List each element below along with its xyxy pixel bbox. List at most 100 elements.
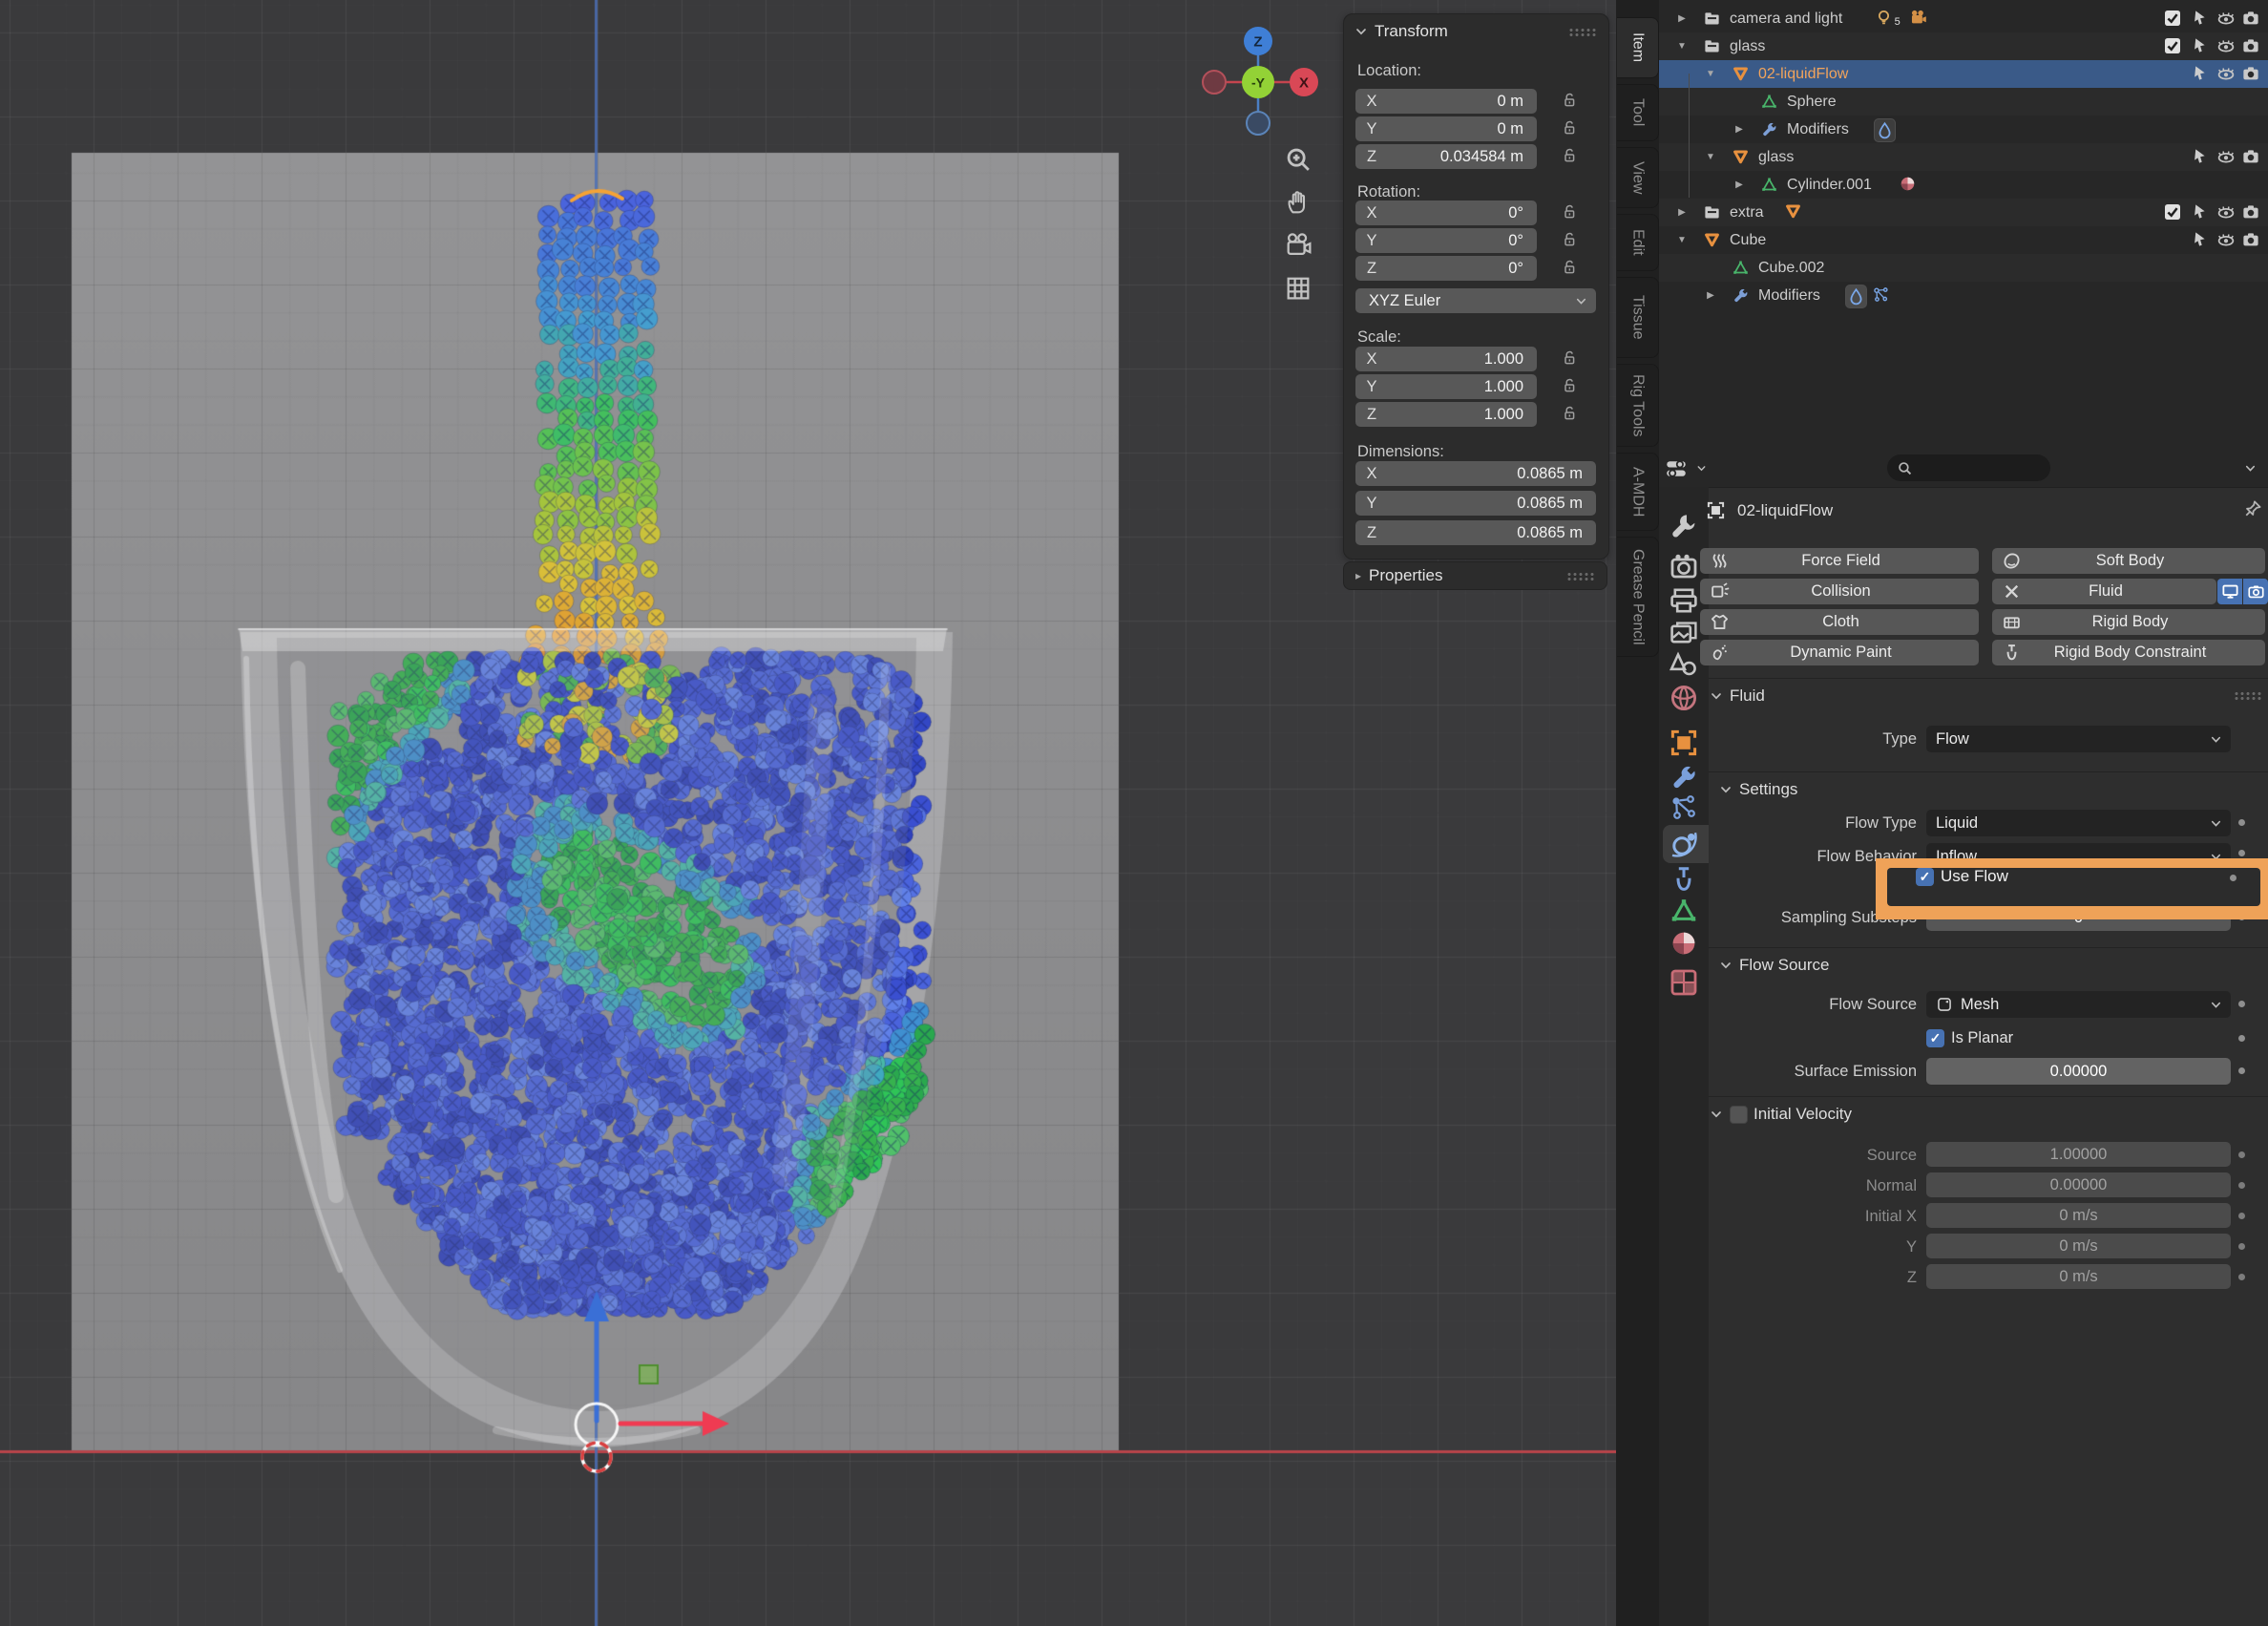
rotation-y-field[interactable]: Y0° — [1355, 228, 1537, 253]
velocity-row-slider[interactable]: 0 m/s — [1926, 1203, 2231, 1228]
rotation-mode-dropdown[interactable]: XYZ Euler — [1355, 288, 1596, 313]
properties-tab-constraints[interactable] — [1667, 864, 1701, 895]
fluid-viewport-toggle[interactable] — [2217, 579, 2242, 604]
properties-tab-material[interactable] — [1667, 928, 1701, 959]
expand-toggle[interactable]: ▼ — [1674, 41, 1690, 52]
expand-toggle[interactable]: ▶ — [1732, 179, 1747, 190]
initial-velocity-section-header[interactable]: Initial Velocity — [1709, 1100, 1852, 1129]
cursor-toggle-icon[interactable] — [2190, 202, 2209, 222]
unlock-icon[interactable] — [1562, 147, 1578, 165]
dimensions-x-field[interactable]: X0.0865 m — [1355, 461, 1596, 486]
viewport-camera-view-button[interactable] — [1280, 227, 1316, 264]
flow-type-dropdown[interactable]: Liquid — [1926, 810, 2231, 836]
sidebar-tab-rig-tools[interactable]: Rig Tools — [1617, 364, 1659, 447]
eye-toggle-icon[interactable] — [2216, 202, 2236, 222]
initial-velocity-checkbox[interactable] — [1730, 1106, 1748, 1124]
physics-button-force-field[interactable]: Force Field — [1700, 548, 1979, 574]
checkbox-toggle-icon[interactable] — [2163, 202, 2182, 222]
axis-neg-x-ball[interactable] — [1203, 71, 1226, 94]
camera-toggle-icon[interactable] — [2241, 36, 2260, 55]
viewport-zoom-button[interactable] — [1280, 141, 1316, 178]
sidebar-tab-grease-pencil[interactable]: Grease Pencil — [1617, 537, 1659, 657]
axis-neg-z-ball[interactable] — [1247, 112, 1270, 135]
outliner-row[interactable]: ▶camera and light5 — [1659, 5, 2268, 32]
expand-toggle[interactable]: ▼ — [1674, 235, 1690, 245]
camera-toggle-icon[interactable] — [2241, 202, 2260, 222]
expand-toggle[interactable]: ▼ — [1703, 69, 1718, 79]
outliner-row[interactable]: ▼glass — [1659, 143, 2268, 171]
expand-toggle[interactable]: ▶ — [1703, 290, 1718, 301]
velocity-row-slider[interactable]: 0 m/s — [1926, 1264, 2231, 1289]
outliner-row[interactable]: ▶Modifiers — [1659, 116, 2268, 143]
animate-dot[interactable] — [2238, 819, 2245, 826]
animate-dot[interactable] — [2230, 875, 2236, 881]
location-x-field[interactable]: X0 m — [1355, 89, 1537, 114]
panel-grip[interactable] — [1566, 572, 1595, 581]
animate-dot[interactable] — [2238, 1274, 2245, 1280]
scale-x-field[interactable]: X1.000 — [1355, 347, 1537, 371]
unlock-icon[interactable] — [1562, 203, 1578, 222]
chevron-down-icon[interactable] — [1354, 24, 1369, 39]
viewport-pan-hand-button[interactable] — [1280, 184, 1316, 221]
outliner-row[interactable]: Sphere — [1659, 88, 2268, 116]
outliner-row[interactable]: Cube.002 — [1659, 254, 2268, 282]
eye-toggle-icon[interactable] — [2216, 36, 2236, 55]
unlock-icon[interactable] — [1562, 92, 1578, 110]
sidebar-tab-a-mdh[interactable]: A-MDH — [1617, 453, 1659, 531]
panel-grip[interactable] — [2234, 691, 2262, 700]
search-input[interactable] — [1887, 454, 2050, 481]
animate-dot[interactable] — [2238, 1151, 2245, 1158]
dimensions-y-field[interactable]: Y0.0865 m — [1355, 491, 1596, 516]
physics-button-cloth[interactable]: Cloth — [1700, 609, 1979, 635]
properties-tab-world[interactable] — [1667, 683, 1701, 713]
properties-tab-particles[interactable] — [1667, 792, 1701, 823]
outliner-row[interactable]: ▶extra — [1659, 199, 2268, 226]
properties-tab-view-layer[interactable] — [1667, 618, 1701, 648]
velocity-row-slider[interactable]: 0.00000 — [1926, 1172, 2231, 1197]
animate-dot[interactable] — [2238, 1035, 2245, 1042]
camera-toggle-icon[interactable] — [2241, 64, 2260, 83]
flow-source-dropdown[interactable]: Mesh — [1926, 991, 2231, 1018]
cursor-toggle-icon[interactable] — [2190, 230, 2209, 249]
properties-tab-scene[interactable] — [1667, 649, 1701, 680]
unlock-icon[interactable] — [1562, 377, 1578, 395]
physics-button-dynamic-paint[interactable]: Dynamic Paint — [1700, 640, 1979, 665]
outliner-row[interactable]: ▶Modifiers — [1659, 282, 2268, 309]
animate-dot[interactable] — [2238, 1213, 2245, 1219]
settings-section-header[interactable]: Settings — [1718, 775, 1797, 804]
camera-toggle-icon[interactable] — [2241, 230, 2260, 249]
physics-button-rigid-body-constraint[interactable]: Rigid Body Constraint — [1992, 640, 2265, 665]
animate-dot[interactable] — [2238, 1243, 2245, 1250]
animate-dot[interactable] — [2238, 850, 2245, 856]
velocity-row-slider[interactable]: 1.00000 — [1926, 1142, 2231, 1167]
animate-dot[interactable] — [2238, 1001, 2245, 1007]
unlock-icon[interactable] — [1562, 231, 1578, 249]
sidebar-tab-item[interactable]: Item — [1617, 17, 1659, 78]
scale-y-field[interactable]: Y1.000 — [1355, 374, 1537, 399]
eye-toggle-icon[interactable] — [2216, 64, 2236, 83]
animate-dot[interactable] — [2238, 1067, 2245, 1074]
pin-icon[interactable] — [2243, 499, 2262, 518]
cursor-toggle-icon[interactable] — [2190, 9, 2209, 28]
eye-toggle-icon[interactable] — [2216, 230, 2236, 249]
checkbox-toggle-icon[interactable] — [2163, 36, 2182, 55]
expand-toggle[interactable]: ▶ — [1732, 124, 1747, 135]
cursor-toggle-icon[interactable] — [2190, 64, 2209, 83]
cursor-toggle-icon[interactable] — [2190, 147, 2209, 166]
checkbox-toggle-icon[interactable] — [2163, 9, 2182, 28]
properties-tab-object[interactable] — [1667, 728, 1701, 758]
outliner-row[interactable]: ▼Cube — [1659, 226, 2268, 254]
breadcrumb[interactable]: 02-liquidFlow — [1737, 501, 1833, 520]
flow-source-section-header[interactable]: Flow Source — [1718, 951, 1829, 980]
properties-tab-object-data[interactable] — [1667, 896, 1701, 926]
navigation-axis-gizmo[interactable]: Z X -Y — [1198, 23, 1322, 147]
eye-toggle-icon[interactable] — [2216, 147, 2236, 166]
physics-button-soft-body[interactable]: Soft Body — [1992, 548, 2265, 574]
camera-toggle-icon[interactable] — [2241, 147, 2260, 166]
physics-button-fluid[interactable]: Fluid — [1992, 579, 2216, 604]
viewport-toggle-projection-button[interactable] — [1280, 270, 1316, 306]
properties-tab-physics[interactable] — [1667, 829, 1701, 859]
physics-button-rigid-body[interactable]: Rigid Body — [1992, 609, 2265, 635]
sidebar-tab-edit[interactable]: Edit — [1617, 214, 1659, 271]
expand-toggle[interactable]: ▼ — [1703, 152, 1718, 162]
